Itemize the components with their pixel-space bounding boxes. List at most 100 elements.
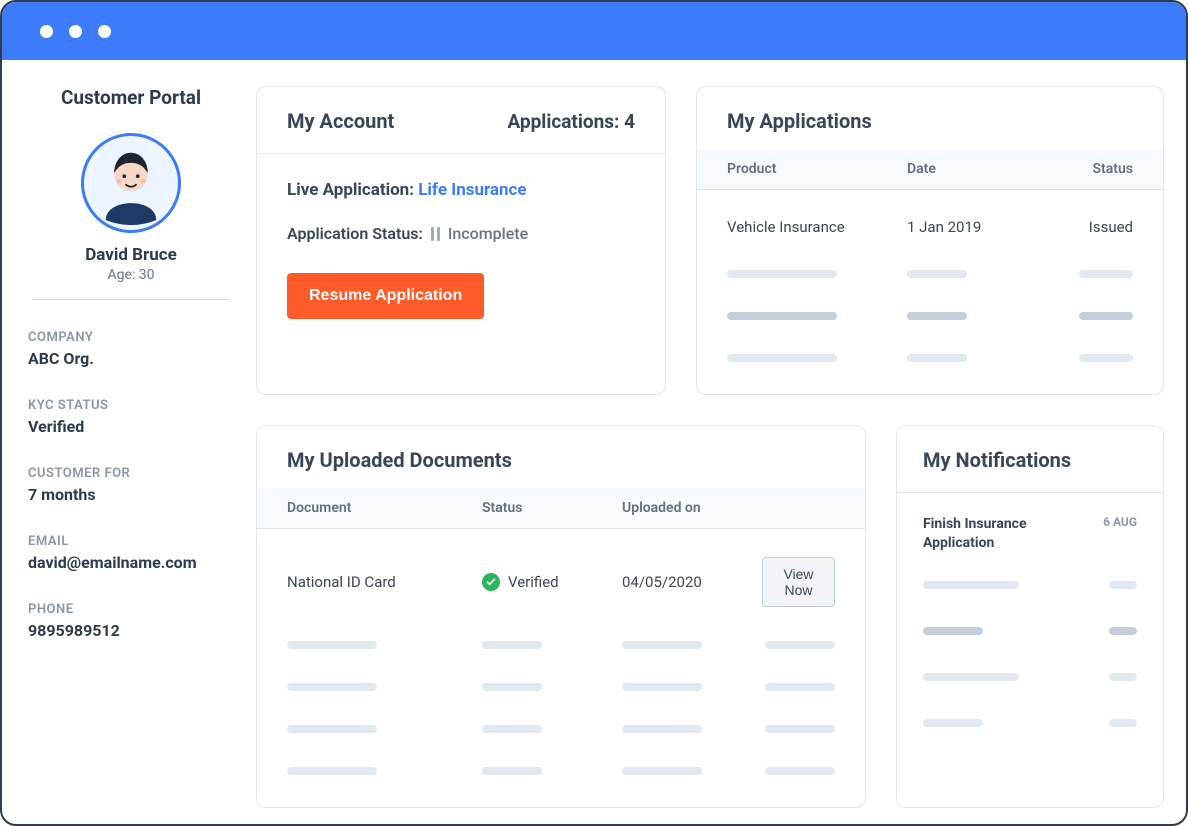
resume-application-button[interactable]: Resume Application (287, 273, 484, 319)
info-kyc: KYC STATUS Verified (28, 398, 234, 436)
window-control-dot[interactable] (98, 25, 111, 38)
avatar-container (28, 133, 234, 233)
skeleton-row (287, 631, 835, 673)
info-value: ABC Org. (28, 349, 234, 368)
skeleton (923, 673, 1019, 681)
skeleton (622, 641, 702, 649)
portal-title: Customer Portal (28, 86, 234, 109)
cell-status-text: Verified (508, 573, 559, 591)
sidebar: Customer Portal David (2, 60, 256, 824)
cell-status: Verified (482, 573, 622, 591)
table-row[interactable]: Vehicle Insurance 1 Jan 2019 Issued (727, 208, 1133, 260)
avatar[interactable] (81, 133, 181, 233)
skeleton (1109, 581, 1137, 589)
col-header-product: Product (727, 161, 907, 177)
cell-product: Vehicle Insurance (727, 218, 907, 236)
info-value: 9895989512 (28, 621, 234, 640)
live-application-prefix: Live Application: (287, 180, 418, 200)
skeleton (482, 641, 542, 649)
profile-age: Age: 30 (28, 267, 234, 283)
skeleton (1109, 719, 1137, 727)
skeleton (907, 270, 967, 278)
info-tenure: CUSTOMER FOR 7 months (28, 466, 234, 504)
skeleton (622, 725, 702, 733)
card-my-notifications: My Notifications Finish Insurance Applic… (896, 425, 1164, 808)
skeleton (907, 354, 967, 362)
app-window: Customer Portal David (0, 0, 1188, 826)
skeleton (765, 767, 835, 775)
card-my-documents: My Uploaded Documents Document Status Up… (256, 425, 866, 808)
applications-count: Applications: 4 (507, 110, 635, 133)
col-header-uploaded: Uploaded on (622, 500, 762, 516)
window-titlebar (2, 2, 1186, 60)
cell-status: Issued (1057, 218, 1133, 236)
skeleton-row (923, 615, 1137, 661)
card-my-account: My Account Applications: 4 Live Applicat… (256, 86, 666, 395)
table-row: National ID Card Verified 04/05/2020 (287, 547, 835, 631)
notification-date: 6 AUG (1103, 515, 1137, 529)
notification-row[interactable]: Finish Insurance Application 6 AUG (923, 515, 1137, 569)
info-label: CUSTOMER FOR (28, 466, 234, 481)
info-email: EMAIL david@emailname.com (28, 534, 234, 572)
cell-uploaded: 04/05/2020 (622, 573, 762, 591)
skeleton (907, 312, 967, 320)
info-phone: PHONE 9895989512 (28, 602, 234, 640)
info-label: EMAIL (28, 534, 234, 549)
skeleton-row (923, 661, 1137, 707)
skeleton (482, 767, 542, 775)
skeleton (923, 581, 1019, 589)
skeleton (765, 725, 835, 733)
skeleton (923, 719, 983, 727)
skeleton (727, 354, 837, 362)
divider (32, 299, 230, 300)
info-label: KYC STATUS (28, 398, 234, 413)
col-header-document: Document (287, 500, 482, 516)
skeleton-row (727, 344, 1133, 386)
card-title: My Notifications (923, 448, 1137, 472)
skeleton (287, 683, 377, 691)
card-title: My Account (287, 109, 394, 133)
skeleton (287, 641, 377, 649)
skeleton (287, 767, 377, 775)
skeleton-row (923, 707, 1137, 753)
info-company: COMPANY ABC Org. (28, 330, 234, 368)
table-header: Product Date Status (697, 149, 1163, 190)
info-value: 7 months (28, 485, 234, 504)
window-control-dot[interactable] (69, 25, 82, 38)
info-label: PHONE (28, 602, 234, 617)
skeleton-row (923, 569, 1137, 615)
skeleton (1109, 673, 1137, 681)
skeleton-row (727, 302, 1133, 344)
skeleton (765, 641, 835, 649)
skeleton (765, 683, 835, 691)
live-application: Live Application: Life Insurance (287, 180, 635, 200)
skeleton (287, 725, 377, 733)
skeleton (727, 270, 837, 278)
col-header-status: Status (482, 500, 622, 516)
skeleton-row (287, 715, 835, 757)
window-control-dot[interactable] (40, 25, 53, 38)
card-my-applications: My Applications Product Date Status Vehi… (696, 86, 1164, 395)
application-status-value: Incomplete (448, 224, 528, 243)
skeleton (622, 767, 702, 775)
skeleton-row (287, 757, 835, 799)
info-label: COMPANY (28, 330, 234, 345)
skeleton-row (727, 260, 1133, 302)
avatar-illustration (89, 141, 173, 225)
check-circle-icon (482, 573, 500, 591)
col-header-date: Date (907, 161, 1057, 177)
application-status-label: Application Status: (287, 224, 423, 243)
col-header-status: Status (1057, 161, 1133, 177)
skeleton (1079, 270, 1133, 278)
cell-date: 1 Jan 2019 (907, 218, 1057, 236)
skeleton (923, 627, 983, 635)
view-document-button[interactable]: View Now (762, 557, 835, 607)
card-title: My Uploaded Documents (287, 448, 512, 472)
notification-title: Finish Insurance Application (923, 515, 1091, 553)
live-application-link[interactable]: Life Insurance (418, 180, 526, 200)
table-header: Document Status Uploaded on (257, 488, 865, 529)
profile-name: David Bruce (28, 245, 234, 265)
cell-document: National ID Card (287, 573, 482, 591)
info-value: Verified (28, 417, 234, 436)
skeleton (482, 683, 542, 691)
